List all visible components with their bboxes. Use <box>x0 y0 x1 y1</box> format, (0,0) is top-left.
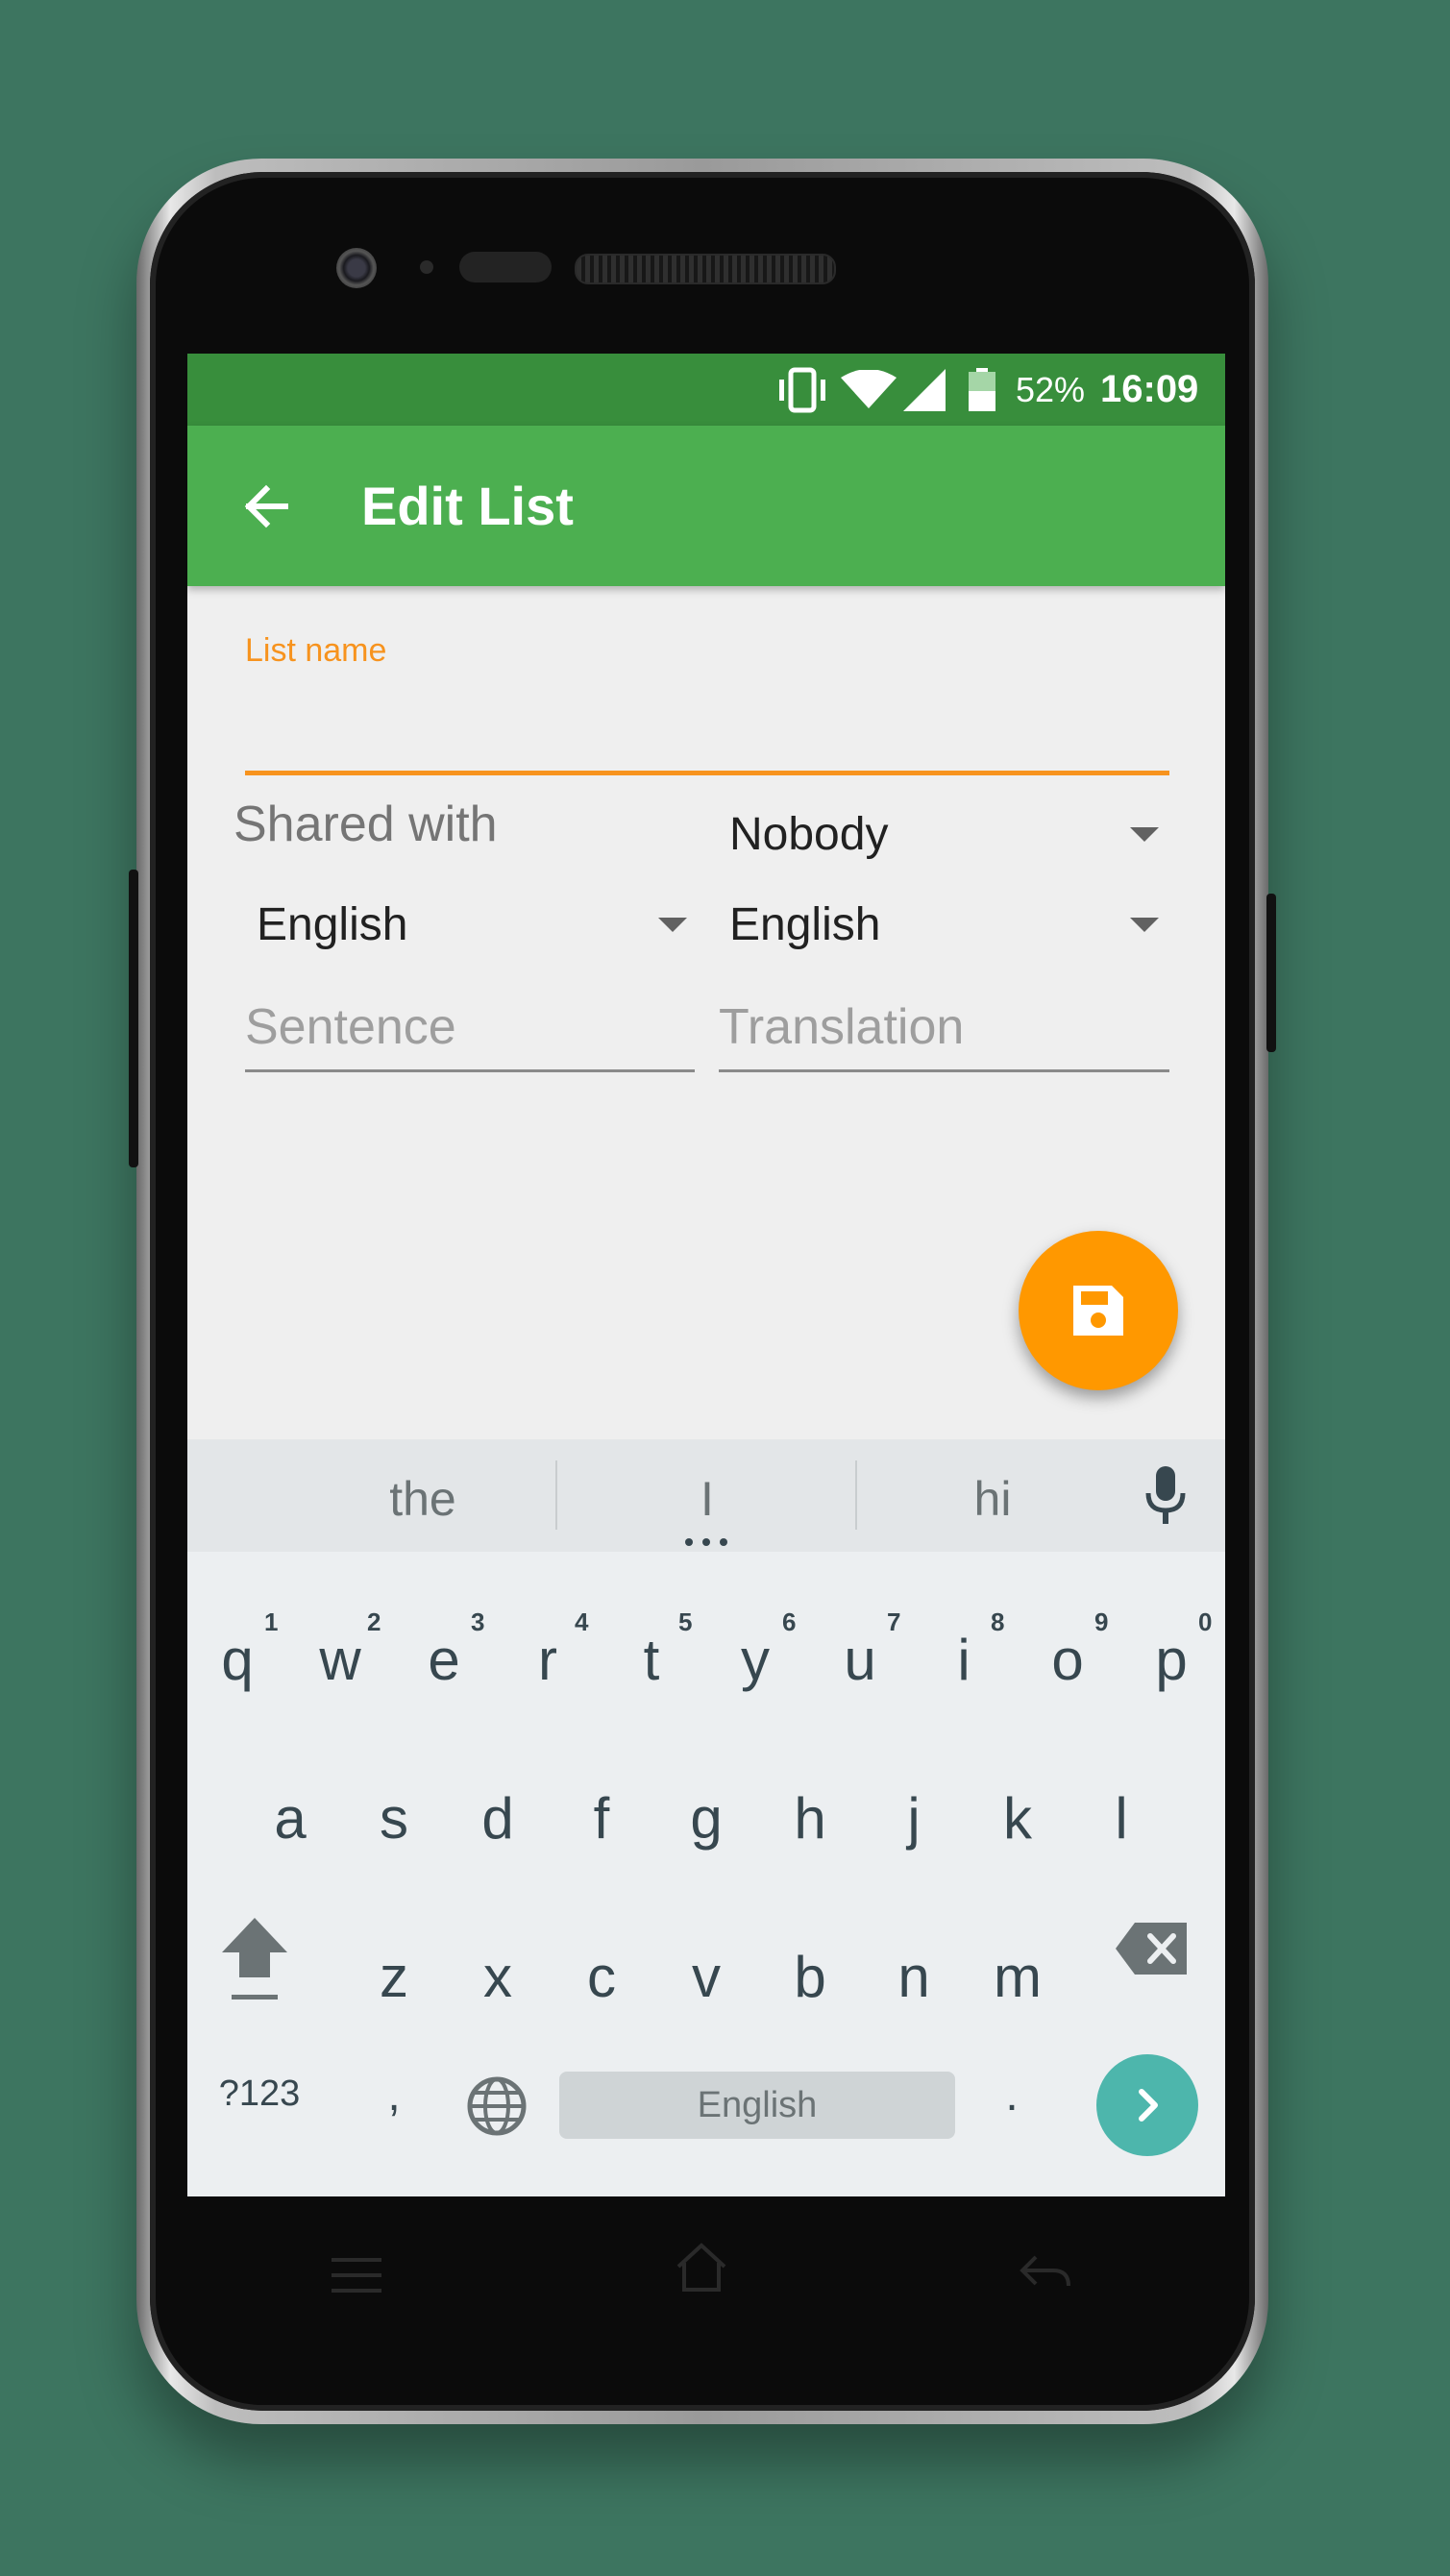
key-n[interactable]: n <box>875 1944 952 2010</box>
soft-keyboard: the I hi q1w2e3r4t5y6u7i8o9p0 asdfghjkl … <box>187 1439 1225 2196</box>
page-title: Edit List <box>361 476 574 536</box>
suggestion-strip: the I hi <box>187 1439 1225 1552</box>
shared-with-dropdown[interactable]: Nobody <box>729 796 1181 872</box>
save-icon <box>1073 1286 1123 1336</box>
shared-with-value: Nobody <box>729 808 889 860</box>
chevron-right-icon <box>1139 2089 1158 2122</box>
nav-menu-icon[interactable] <box>332 2256 381 2294</box>
source-language-dropdown[interactable]: English <box>257 886 699 963</box>
key-h[interactable]: h <box>772 1785 848 1852</box>
vibrate-icon <box>774 354 831 426</box>
chevron-down-icon <box>1130 918 1159 932</box>
key-hint-5: 5 <box>678 1607 693 1636</box>
earpiece-speaker <box>575 254 836 284</box>
key-c[interactable]: c <box>563 1944 640 2010</box>
list-name-input[interactable] <box>245 690 1173 769</box>
key-k[interactable]: k <box>979 1785 1056 1852</box>
back-arrow-icon[interactable] <box>226 464 310 549</box>
translation-input[interactable] <box>719 993 1169 1062</box>
list-name-label: List name <box>245 632 387 669</box>
source-language-value: English <box>257 898 408 950</box>
key-hint-9: 9 <box>1094 1607 1109 1636</box>
shift-key[interactable] <box>216 1910 293 2006</box>
target-language-value: English <box>729 898 881 950</box>
globe-icon[interactable] <box>466 2075 528 2137</box>
suggestion-1[interactable]: the <box>312 1439 533 1552</box>
key-hint-4: 4 <box>575 1607 589 1636</box>
translation-field <box>719 993 1169 1072</box>
comma-key[interactable]: , <box>375 2069 413 2122</box>
sentence-input[interactable] <box>245 993 695 1062</box>
sentence-field <box>245 993 695 1072</box>
microphone-icon[interactable] <box>1144 1464 1187 1526</box>
symbols-key[interactable]: ?123 <box>207 2073 312 2115</box>
key-hint-8: 8 <box>991 1607 1005 1636</box>
screen: 52% 16:09 Edit List List name Shared wit… <box>187 354 1225 2196</box>
key-hint-6: 6 <box>782 1607 797 1636</box>
clock: 16:09 <box>1100 368 1199 410</box>
key-m[interactable]: m <box>979 1944 1056 2010</box>
space-bar-label: English <box>697 2085 818 2125</box>
period-key[interactable]: . <box>993 2069 1031 2122</box>
key-hint-7: 7 <box>887 1607 901 1636</box>
save-button[interactable] <box>1019 1231 1178 1390</box>
key-x[interactable]: x <box>459 1944 536 2010</box>
key-l[interactable]: l <box>1083 1785 1160 1852</box>
wifi-icon <box>841 354 897 426</box>
key-hint-2: 2 <box>367 1607 381 1636</box>
chevron-down-icon <box>658 918 687 932</box>
enter-key[interactable] <box>1096 2054 1198 2156</box>
signal-icon <box>903 354 946 426</box>
key-z[interactable]: z <box>356 1944 432 2010</box>
key-s[interactable]: s <box>356 1785 432 1852</box>
key-hint-0: 0 <box>1198 1607 1213 1636</box>
key-hint-1: 1 <box>264 1607 279 1636</box>
key-hint-3: 3 <box>471 1607 485 1636</box>
front-camera <box>336 248 377 288</box>
backspace-key[interactable] <box>1116 1923 1187 1975</box>
status-bar: 52% 16:09 <box>187 354 1225 426</box>
shared-with-label: Shared with <box>233 797 498 852</box>
key-f[interactable]: f <box>563 1785 640 1852</box>
battery-icon <box>968 354 996 426</box>
nav-home-icon[interactable] <box>675 2242 728 2292</box>
nav-back-icon[interactable] <box>1019 2253 1072 2292</box>
key-d[interactable]: d <box>459 1785 536 1852</box>
suggestion-divider <box>855 1460 857 1530</box>
volume-button <box>129 870 138 1167</box>
proximity-sensor <box>420 260 433 274</box>
key-a[interactable]: a <box>252 1785 329 1852</box>
key-g[interactable]: g <box>668 1785 745 1852</box>
target-language-dropdown[interactable]: English <box>729 886 1181 963</box>
suggestion-3[interactable]: hi <box>882 1439 1103 1552</box>
list-name-underline <box>245 771 1169 775</box>
key-b[interactable]: b <box>772 1944 848 2010</box>
more-suggestions-icon <box>685 1533 727 1546</box>
key-v[interactable]: v <box>668 1944 745 2010</box>
power-button <box>1266 894 1276 1052</box>
space-bar[interactable]: English <box>559 2072 955 2139</box>
app-bar: Edit List <box>187 426 1225 586</box>
chevron-down-icon <box>1130 827 1159 842</box>
battery-percent: 52% <box>1016 369 1086 409</box>
flash-sensor <box>459 252 552 282</box>
suggestion-divider <box>555 1460 557 1530</box>
key-j[interactable]: j <box>875 1785 952 1852</box>
